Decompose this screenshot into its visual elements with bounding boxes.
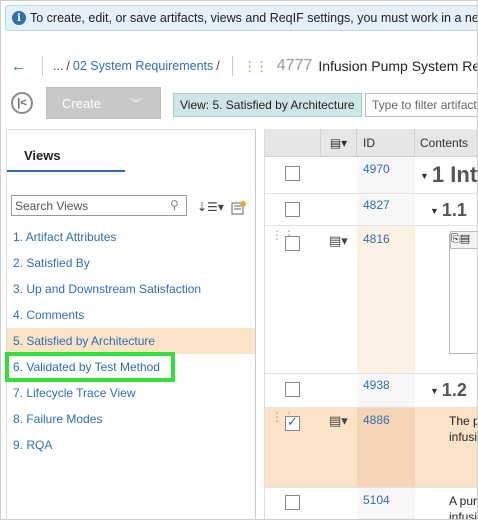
back-arrow-icon[interactable]: ← [11,58,26,75]
row-checkbox[interactable] [285,202,300,217]
heading-text: 1.2 [441,380,467,400]
view-item-validated-by-test-method[interactable]: 6. Validated by Test Method [5,352,175,382]
divider [231,56,233,76]
table-row[interactable]: 4827 ▼ 1.1 [265,194,477,226]
search-icon[interactable]: ⚲ [170,198,179,212]
row-content: ▼ 1.2 [430,380,467,400]
heading-text: 1 Int [431,162,478,187]
column-header-id[interactable]: ID [357,129,415,157]
chevron-down-icon: ﹀ [129,97,142,111]
manage-views-icon[interactable] [231,200,247,215]
view-item-satisfied-by[interactable]: 2. Satisfied By [7,250,255,276]
artifact-id-link[interactable]: 4970 [363,162,390,176]
row-content: ▼ 1.1 [430,200,467,220]
view-item-artifact-attributes[interactable]: 1. Artifact Attributes [7,224,255,250]
row-content-line2: infusi [449,510,478,520]
breadcrumb-ellipsis[interactable]: ... [53,59,63,73]
artifact-id-link[interactable]: 5104 [363,493,390,507]
create-button-label: Create [62,95,102,111]
breadcrumb-separator: / [216,59,220,73]
column-menu-icon[interactable]: ▤▾ [321,129,357,157]
create-button[interactable]: Create ﹀ [46,87,161,119]
filter-artifacts-input[interactable] [365,93,477,117]
view-item-rqa[interactable]: 9. RQA [7,432,255,458]
table-row[interactable]: 5104 A pur infusi [265,488,478,520]
row-checkbox[interactable] [285,166,300,181]
view-item-satisfied-by-architecture[interactable]: 5. Satisfied by Architecture [7,328,255,354]
column-header-contents[interactable]: Contents [415,129,477,157]
row-checkbox[interactable] [285,236,300,251]
collapse-panel-icon[interactable]: |< [11,92,33,114]
sort-icon[interactable]: ⇣☰▾ [197,200,224,214]
app-frame: i To create, edit, or save artifacts, vi… [0,0,478,520]
artifact-title: Infusion Pump System Req [318,58,478,74]
drag-grip-icon[interactable]: ⋮⋮ [243,59,269,73]
artifacts-grid: ▤▾ ID Contents 4970 ▼ 1 Int 4827 ▼ 1.1 ⋮⋮ … [264,129,478,520]
row-content: ▼ 1 Int [420,162,478,187]
breadcrumb-link-system-requirements[interactable]: 02 System Requirements [73,59,213,73]
view-item-comments[interactable]: 4. Comments [7,302,255,328]
current-view-badge[interactable]: View: 5. Satisfied by Architecture [173,93,362,117]
tab-underline [7,170,125,172]
toolbar: |< Create ﹀ View: 5. Satisfied by Archit… [1,85,477,121]
views-list: 1. Artifact Attributes 2. Satisfied By 3… [5,224,255,458]
artifact-id-link[interactable]: 4938 [363,378,390,392]
artifact-id: 4777 [276,57,313,74]
banner-text: To create, edit, or save artifacts, view… [30,11,478,25]
search-views-input[interactable] [11,195,187,216]
table-row[interactable]: 4938 ▼ 1.2 [265,374,477,408]
artifact-id-link[interactable]: 4816 [363,232,390,246]
document-menu-icon[interactable]: ▤▾ [329,233,348,249]
image-toolbar[interactable]: ⎘▤ [450,231,477,249]
row-checkbox[interactable] [285,414,300,431]
views-panel: Views ⚲ ⇣☰▾ 1. Artifact Attributes 2. Sa… [5,129,256,519]
artifact-id-link[interactable]: 4886 [363,413,390,427]
grid-header: ▤▾ ID Contents [265,129,477,157]
divider [42,56,43,76]
row-content-line1: The p [449,414,478,428]
view-item-lifecycle-trace[interactable]: 7. Lifecycle Trace View [7,380,255,406]
artifact-id-link[interactable]: 4827 [363,198,390,212]
embedded-diagram [449,234,477,354]
view-item-up-downstream[interactable]: 3. Up and Downstream Satisfaction [7,276,255,302]
row-checkbox[interactable] [285,382,300,397]
info-banner: i To create, edit, or save artifacts, vi… [5,5,478,31]
view-item-failure-modes[interactable]: 8. Failure Modes [7,406,255,432]
select-column-header [265,129,321,157]
info-icon: i [12,11,26,25]
table-row[interactable]: 4970 ▼ 1 Int [265,158,478,194]
breadcrumb-separator: / [66,59,70,73]
breadcrumb: ← ... / 02 System Requirements / ⋮⋮ 4777… [11,53,478,79]
table-row[interactable]: ⋮⋮ ▤▾ 4886 The p infusi [265,408,478,488]
heading-text: 1.1 [441,200,467,220]
document-menu-icon[interactable]: ▤▾ [329,413,348,429]
table-row[interactable]: ⋮⋮ ▤▾ 4816 ⎘▤ [265,226,477,374]
row-content-line2: infusi [449,430,478,444]
row-content-line1: A pur [449,494,478,508]
row-checkbox[interactable] [285,495,300,510]
tab-views[interactable]: Views [24,148,61,163]
